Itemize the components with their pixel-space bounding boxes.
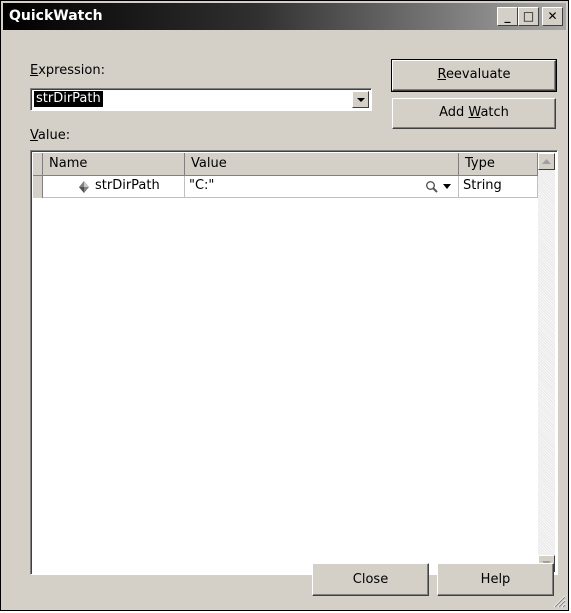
table-row-type: String <box>459 176 538 198</box>
chevron-down-icon[interactable] <box>352 91 369 108</box>
watch-grid: Name Value Type strDirPath "C:" String <box>30 150 558 575</box>
minimize-button[interactable]: _ <box>497 7 518 26</box>
row-selector[interactable] <box>33 176 43 198</box>
expression-combobox[interactable]: strDirPath <box>30 88 372 111</box>
window-title: QuickWatch <box>9 8 103 24</box>
column-header-name[interactable]: Name <box>43 153 185 176</box>
row-header-corner <box>33 153 43 176</box>
visualizer-dropdown-icon[interactable] <box>443 184 451 190</box>
minimize-icon: _ <box>504 9 511 23</box>
close-icon: ✕ <box>547 9 558 23</box>
maximize-icon: □ <box>522 9 535 23</box>
value-label: Value: <box>30 128 71 143</box>
expression-input[interactable]: strDirPath <box>34 91 103 107</box>
resize-grip-icon[interactable] <box>552 594 566 608</box>
magnifier-icon[interactable] <box>425 180 439 194</box>
title-bar[interactable]: QuickWatch _ □ ✕ <box>3 3 566 30</box>
quickwatch-window: QuickWatch _ □ ✕ Expression: strDirPath … <box>0 0 569 611</box>
table-row-name[interactable]: strDirPath <box>43 176 185 198</box>
maximize-button[interactable]: □ <box>518 7 539 26</box>
variable-diamond-icon <box>79 181 89 193</box>
close-button[interactable]: Close <box>312 563 429 596</box>
help-button[interactable]: Help <box>437 563 554 596</box>
column-header-value[interactable]: Value <box>185 153 459 176</box>
expression-label: Expression: <box>30 63 105 78</box>
column-header-type[interactable]: Type <box>459 153 538 176</box>
close-window-button[interactable]: ✕ <box>542 7 563 26</box>
scroll-up-button[interactable] <box>538 153 555 170</box>
reevaluate-button[interactable]: Reevaluate <box>391 59 557 92</box>
vertical-scrollbar[interactable] <box>538 153 555 572</box>
add-watch-button[interactable]: Add Watch <box>392 98 556 129</box>
table-row-value[interactable]: "C:" <box>185 176 459 198</box>
arrow-up-icon <box>542 159 551 164</box>
